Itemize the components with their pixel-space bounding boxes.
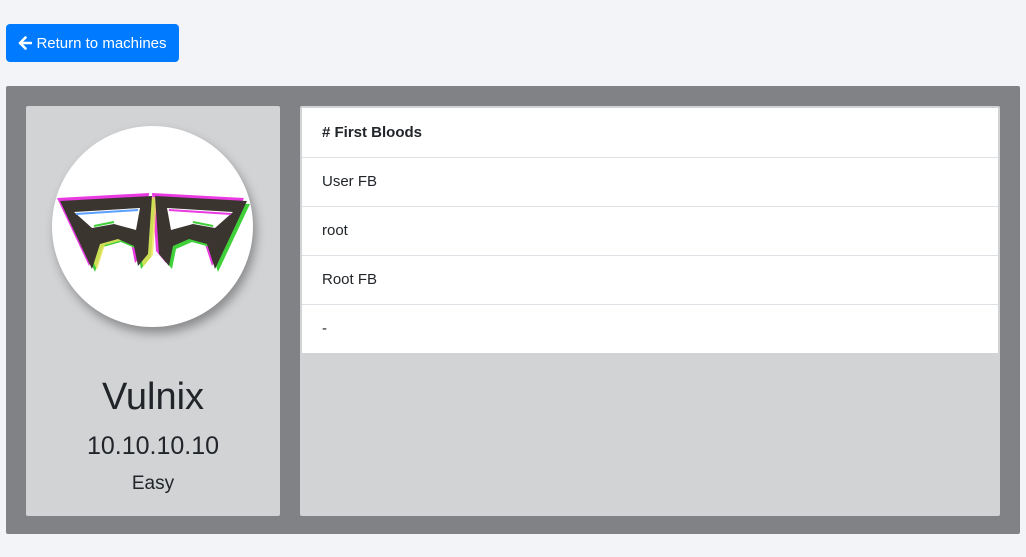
table-row: Root FB [302, 254, 998, 304]
user-fb-value: root [302, 205, 998, 255]
machine-name: Vulnix [101, 376, 205, 418]
first-bloods-table: # First Bloods User FB root Root FB - [302, 108, 998, 353]
machine-detail-panel: Vulnix 10.10.10.10 Easy # First Bloods U… [6, 86, 1020, 534]
user-fb-label: User FB [302, 156, 998, 206]
return-button-label: Return to machines [36, 34, 167, 52]
table-row: User FB [302, 156, 998, 206]
arrow-left-icon [18, 36, 33, 50]
table-row: root [302, 205, 998, 255]
machine-avatar [52, 126, 253, 327]
root-fb-label: Root FB [302, 254, 998, 304]
first-bloods-header: # First Bloods [322, 123, 423, 141]
return-to-machines-button[interactable]: Return to machines [6, 24, 179, 62]
table-header-row: # First Bloods [302, 108, 998, 157]
glitch-mask-logo [57, 193, 250, 272]
root-fb-value: - [302, 303, 998, 353]
table-row: - [302, 303, 998, 353]
first-bloods-panel: # First Bloods User FB root Root FB - [300, 106, 1000, 516]
machine-ip-address: 10.10.10.10 [86, 432, 220, 460]
machine-info-card: Vulnix 10.10.10.10 Easy [26, 106, 280, 516]
machine-difficulty: Easy [131, 473, 175, 494]
